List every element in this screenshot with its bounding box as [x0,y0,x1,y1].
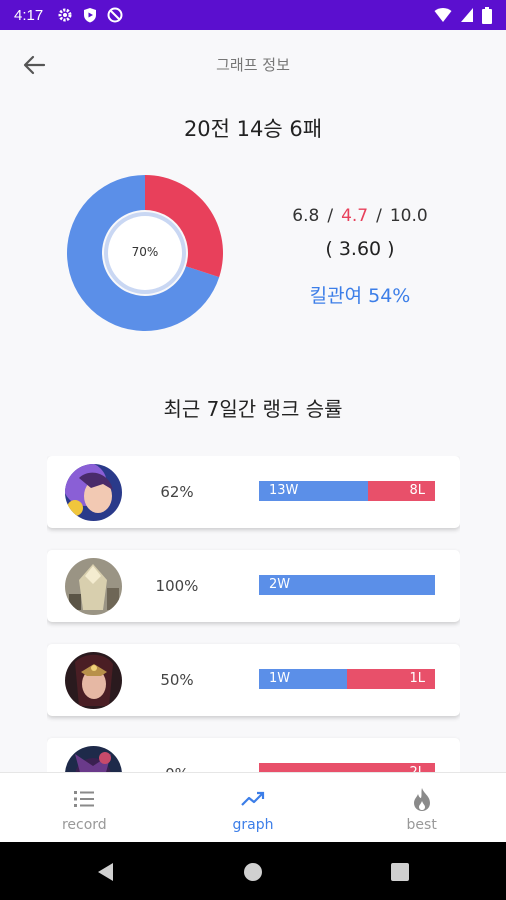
champion-card[interactable]: 0% 2L [47,738,460,772]
champion-avatar [65,652,122,709]
champion-win-rate: 100% [155,577,199,595]
trending-up-icon [241,791,265,806]
champion-card[interactable]: 50% 1W 1L [47,644,460,716]
status-time: 4:17 [14,6,44,24]
nav-best-label: best [406,817,437,833]
wifi-icon [434,8,452,22]
nav-record[interactable]: record [0,773,169,842]
battery-icon [482,6,492,24]
record-summary: 20전 14승 6패 [183,117,323,141]
champion-win-rate: 50% [160,671,194,689]
nav-graph[interactable]: graph [169,773,338,842]
champion-win-rate: 0% [142,765,212,772]
loss-segment: 1L [347,669,435,689]
list-icon [74,791,95,807]
win-segment: 13W [259,481,368,501]
flame-icon [413,788,430,811]
signal-icon [461,8,473,22]
kda-line: 6.8 / 4.7 / 10.0 [270,206,450,226]
status-bar: 4:17 [0,0,506,30]
win-segment: 1W [259,669,347,689]
donut-center-label: 70% [131,245,159,259]
kda-separator: / [376,206,382,226]
nav-graph-label: graph [232,817,274,833]
champion-card[interactable]: 100% 2W [47,550,460,622]
win-loss-bar: 1W 1L [259,669,435,689]
champion-winrate-list[interactable]: 62% 13W 8L 100% 2W 50% 1W 1L 0% [47,456,460,772]
win-rate-donut: 70% [66,174,224,332]
bottom-navigation: record graph best [0,772,506,842]
shield-play-icon [84,8,97,23]
settings-gear-icon [58,8,72,22]
system-back-icon[interactable] [95,861,117,883]
champion-avatar [65,558,122,615]
block-icon [107,7,123,23]
section-title: 최근 7일간 랭크 승률 [163,397,343,421]
loss-segment: 8L [367,481,435,501]
system-navigation-bar [0,842,506,900]
system-home-icon[interactable] [242,861,264,883]
win-loss-bar: 2L [259,763,435,772]
win-loss-bar: 2W [259,575,435,595]
kill-participation: 킬관여 54% [309,285,411,307]
nav-record-label: record [61,817,107,833]
kda-separator: / [327,206,334,226]
system-recents-icon[interactable] [389,861,411,883]
kda-deaths: 4.7 [341,206,369,226]
champion-win-rate: 62% [160,483,194,501]
champion-card[interactable]: 62% 13W 8L [47,456,460,528]
nav-best[interactable]: best [337,773,506,842]
win-loss-bar: 13W 8L [259,481,435,501]
champion-avatar [65,746,122,772]
kda-assists: 10.0 [389,206,428,226]
kda-kills: 6.8 [292,206,320,226]
kda-ratio: ( 3.60 ) [325,238,395,260]
loss-segment: 2L [259,763,435,772]
win-segment: 2W [259,575,435,595]
champion-avatar [65,464,122,521]
page-title: 그래프 정보 [216,56,290,74]
app-bar: 그래프 정보 [0,30,506,100]
